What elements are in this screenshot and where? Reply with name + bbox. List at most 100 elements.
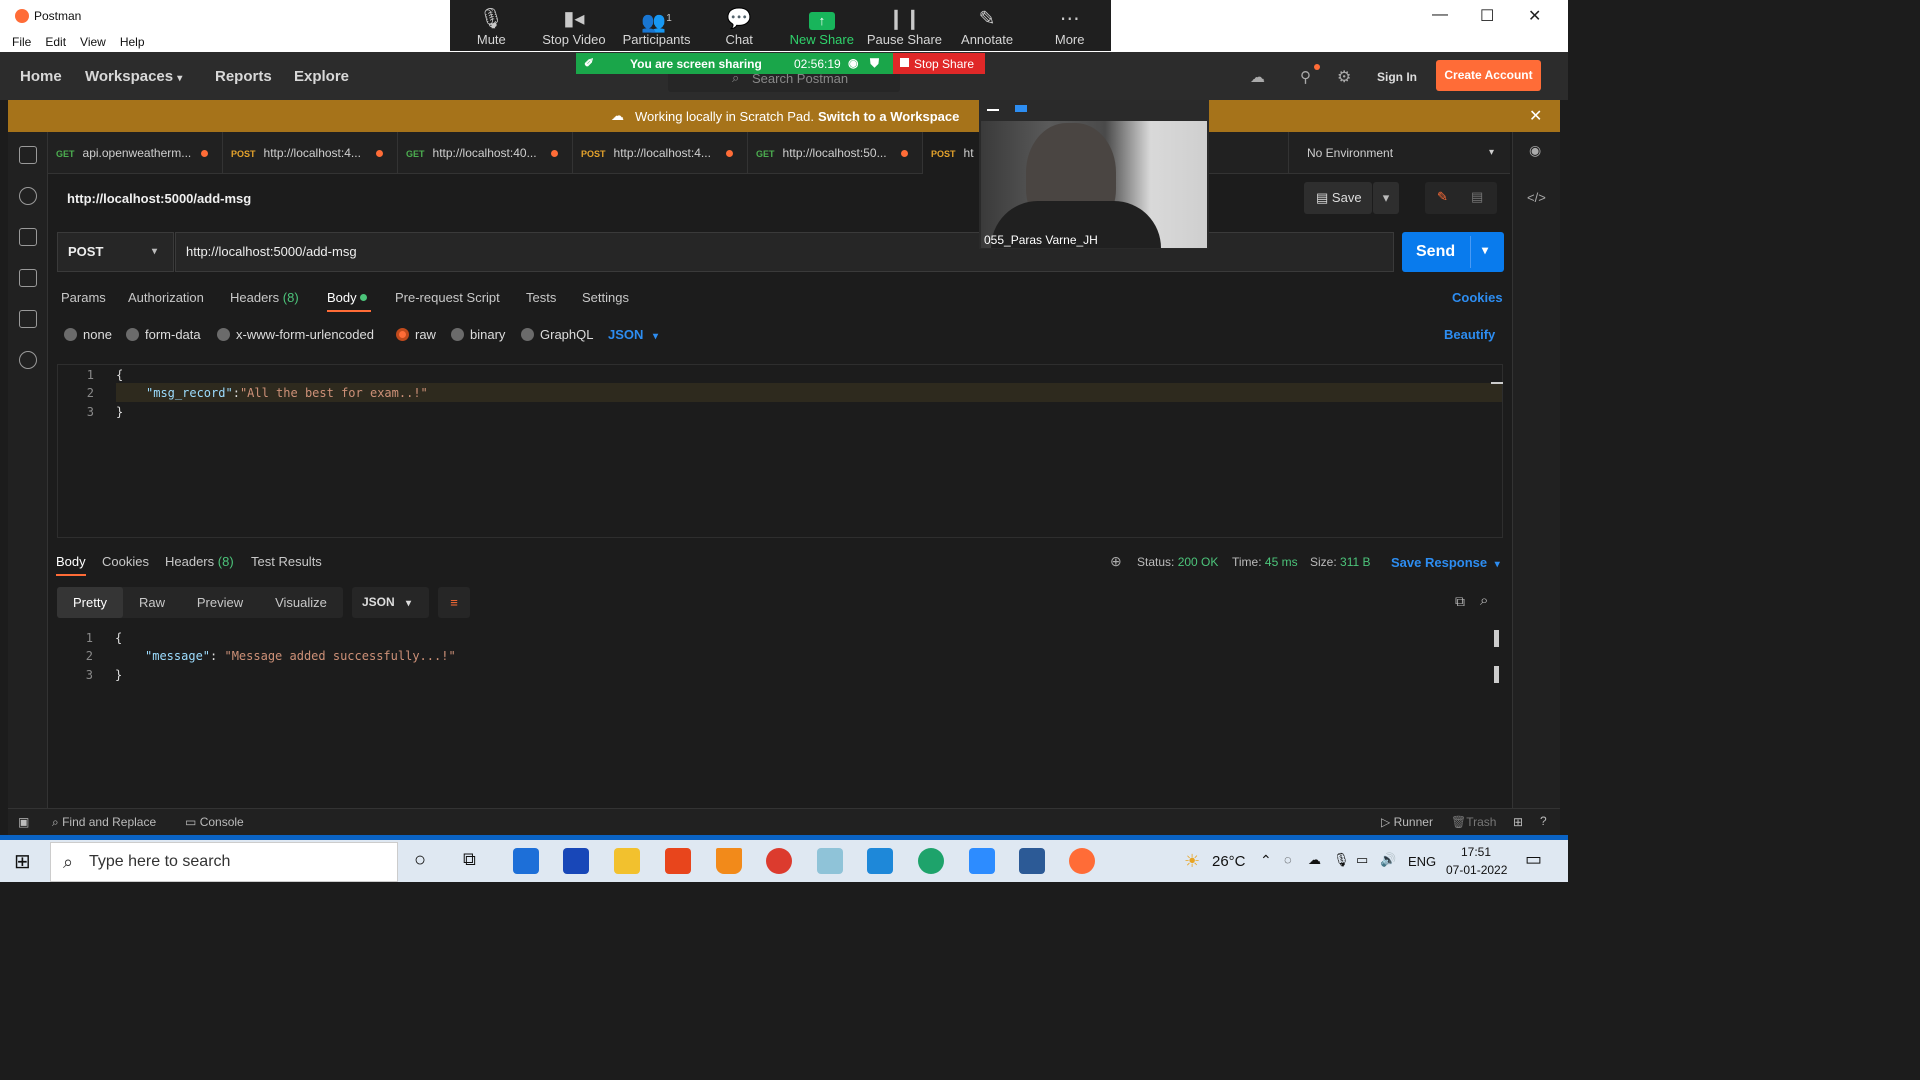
- environments-icon[interactable]: [19, 228, 37, 246]
- pencil-icon[interactable]: ✎: [1437, 189, 1448, 205]
- body-format-select[interactable]: JSON ▾: [608, 327, 658, 342]
- edge-icon[interactable]: [918, 848, 944, 874]
- tray-chevron-up-icon[interactable]: ⌃: [1260, 852, 1272, 869]
- stop-video-button[interactable]: ▮◂ Stop Video: [533, 0, 616, 51]
- body-type-none[interactable]: none: [64, 327, 112, 342]
- save-dropdown-button[interactable]: ▾: [1373, 182, 1399, 214]
- zoom-app-icon[interactable]: [969, 848, 995, 874]
- tab-body[interactable]: Body: [327, 290, 368, 305]
- create-account-button[interactable]: Create Account: [1436, 60, 1541, 91]
- documentation-icon[interactable]: ▤: [1471, 189, 1483, 205]
- send-button[interactable]: Send ▾: [1402, 232, 1504, 272]
- chat-button[interactable]: 💬 Chat: [698, 0, 781, 51]
- request-tab[interactable]: GET http://localhost:40...: [398, 132, 573, 174]
- body-type-form-data[interactable]: form-data: [126, 327, 201, 342]
- scrollbar-thumb[interactable]: [1494, 666, 1499, 683]
- nav-home[interactable]: Home: [20, 68, 62, 85]
- clock-date[interactable]: 07-01-2022: [1446, 863, 1507, 877]
- file-explorer-icon[interactable]: [614, 848, 640, 874]
- new-share-button[interactable]: ↑ New Share: [781, 0, 864, 51]
- participants-button[interactable]: 👥1 Participants: [615, 0, 698, 51]
- task-view-icon[interactable]: ⧉: [463, 849, 476, 870]
- body-type-graphql[interactable]: GraphQL: [521, 327, 593, 342]
- layout-icon[interactable]: ⊞: [1513, 815, 1523, 829]
- response-tab-cookies[interactable]: Cookies: [102, 554, 149, 569]
- notes-app-icon[interactable]: [817, 848, 843, 874]
- menu-help[interactable]: Help: [120, 35, 145, 49]
- drag-handle-icon[interactable]: ✐: [584, 56, 594, 70]
- eye-icon[interactable]: ◉: [1529, 142, 1541, 159]
- environment-selector[interactable]: No Environment ▾: [1288, 132, 1510, 174]
- office-icon[interactable]: [665, 848, 691, 874]
- wrap-lines-button[interactable]: ≡: [438, 587, 470, 618]
- mail-app-icon[interactable]: [513, 848, 539, 874]
- sidebar-toggle-icon[interactable]: ▣: [18, 815, 29, 829]
- cookies-link[interactable]: Cookies: [1452, 290, 1503, 305]
- search-icon[interactable]: ⌕: [1480, 592, 1488, 609]
- body-type-urlencoded[interactable]: x-www-form-urlencoded: [217, 327, 374, 342]
- vscode-icon[interactable]: [867, 848, 893, 874]
- tab-authorization[interactable]: Authorization: [128, 290, 204, 305]
- annotate-button[interactable]: ✎ Annotate: [946, 0, 1029, 51]
- mock-servers-icon[interactable]: [19, 269, 37, 287]
- temperature[interactable]: 26°C: [1212, 853, 1246, 870]
- clock-time[interactable]: 17:51: [1461, 845, 1491, 859]
- close-window-button[interactable]: ✕: [1528, 6, 1541, 26]
- onedrive-icon[interactable]: ☁: [1308, 852, 1321, 868]
- nav-workspaces[interactable]: Workspaces ▾: [85, 68, 182, 85]
- apis-icon[interactable]: [19, 187, 37, 205]
- notifications-icon[interactable]: ▭: [1525, 849, 1542, 870]
- webcam-video-window[interactable]: 055_Paras Varne_JH: [979, 100, 1209, 249]
- close-banner-icon[interactable]: ✕: [1529, 106, 1542, 126]
- language-indicator[interactable]: ENG: [1408, 854, 1436, 869]
- monitors-icon[interactable]: [19, 310, 37, 328]
- settings-gear-icon[interactable]: ⚙: [1337, 67, 1351, 87]
- taskbar-search-box[interactable]: ⌕ Type here to search: [50, 842, 398, 882]
- code-icon[interactable]: </>: [1527, 190, 1546, 205]
- volume-icon[interactable]: 🔊: [1380, 852, 1396, 868]
- body-type-binary[interactable]: binary: [451, 327, 505, 342]
- switch-workspace-link[interactable]: Switch to a Workspace: [818, 109, 959, 124]
- sql-server-icon[interactable]: [1019, 848, 1045, 874]
- request-title[interactable]: http://localhost:5000/add-msg: [67, 191, 251, 206]
- menu-edit[interactable]: Edit: [45, 35, 66, 49]
- tab-tests[interactable]: Tests: [526, 290, 556, 305]
- powerapps-icon[interactable]: [563, 848, 589, 874]
- scrollbar-thumb[interactable]: [1494, 630, 1499, 647]
- view-raw[interactable]: Raw: [127, 587, 177, 618]
- pause-share-button[interactable]: ❙❙ Pause Share: [863, 0, 946, 51]
- history-icon[interactable]: [19, 351, 37, 369]
- view-preview[interactable]: Preview: [183, 587, 257, 618]
- stop-share-button[interactable]: Stop Share: [893, 53, 985, 74]
- body-type-raw[interactable]: raw: [396, 327, 436, 342]
- response-tab-headers[interactable]: Headers (8): [165, 554, 234, 569]
- save-response-button[interactable]: Save Response ▾: [1391, 555, 1500, 570]
- save-button[interactable]: ▤ Save: [1304, 182, 1372, 214]
- request-tab[interactable]: GET http://localhost:50...: [748, 132, 923, 174]
- find-replace-button[interactable]: ⌕ Find and Replace: [52, 815, 156, 830]
- minimize-video-icon[interactable]: [987, 109, 999, 111]
- sign-in-button[interactable]: Sign In: [1369, 63, 1425, 91]
- request-body-editor[interactable]: 1 2 3 { "msg_record":"All the best for e…: [57, 364, 1503, 538]
- beautify-link[interactable]: Beautify: [1444, 327, 1495, 342]
- response-tab-test-results[interactable]: Test Results: [251, 554, 322, 569]
- chevron-down-icon[interactable]: ▾: [1482, 243, 1488, 257]
- menu-view[interactable]: View: [80, 35, 106, 49]
- trash-button[interactable]: 🗑Trash: [1451, 815, 1496, 829]
- network-icon[interactable]: ◌: [1284, 852, 1292, 867]
- minimize-button[interactable]: —: [1432, 6, 1448, 24]
- video-view-icon[interactable]: [1015, 105, 1027, 112]
- tab-params[interactable]: Params: [61, 290, 106, 305]
- console-button[interactable]: ▭ Console: [185, 815, 244, 829]
- copy-icon[interactable]: ⧉: [1455, 593, 1465, 610]
- microphone-tray-icon[interactable]: 🎙: [1333, 852, 1350, 868]
- mute-button[interactable]: 🎙 Mute: [450, 0, 533, 51]
- runner-button[interactable]: ▷ Runner: [1381, 815, 1433, 829]
- vlc-icon[interactable]: [716, 848, 742, 874]
- postman-app-icon[interactable]: [1069, 848, 1095, 874]
- response-format-select[interactable]: JSON ▾: [352, 587, 429, 618]
- battery-icon[interactable]: ▭: [1356, 852, 1368, 868]
- tab-prerequest-script[interactable]: Pre-request Script: [395, 290, 500, 305]
- request-tab[interactable]: GET api.openweatherm...: [48, 132, 223, 174]
- response-tab-body[interactable]: Body: [56, 554, 86, 569]
